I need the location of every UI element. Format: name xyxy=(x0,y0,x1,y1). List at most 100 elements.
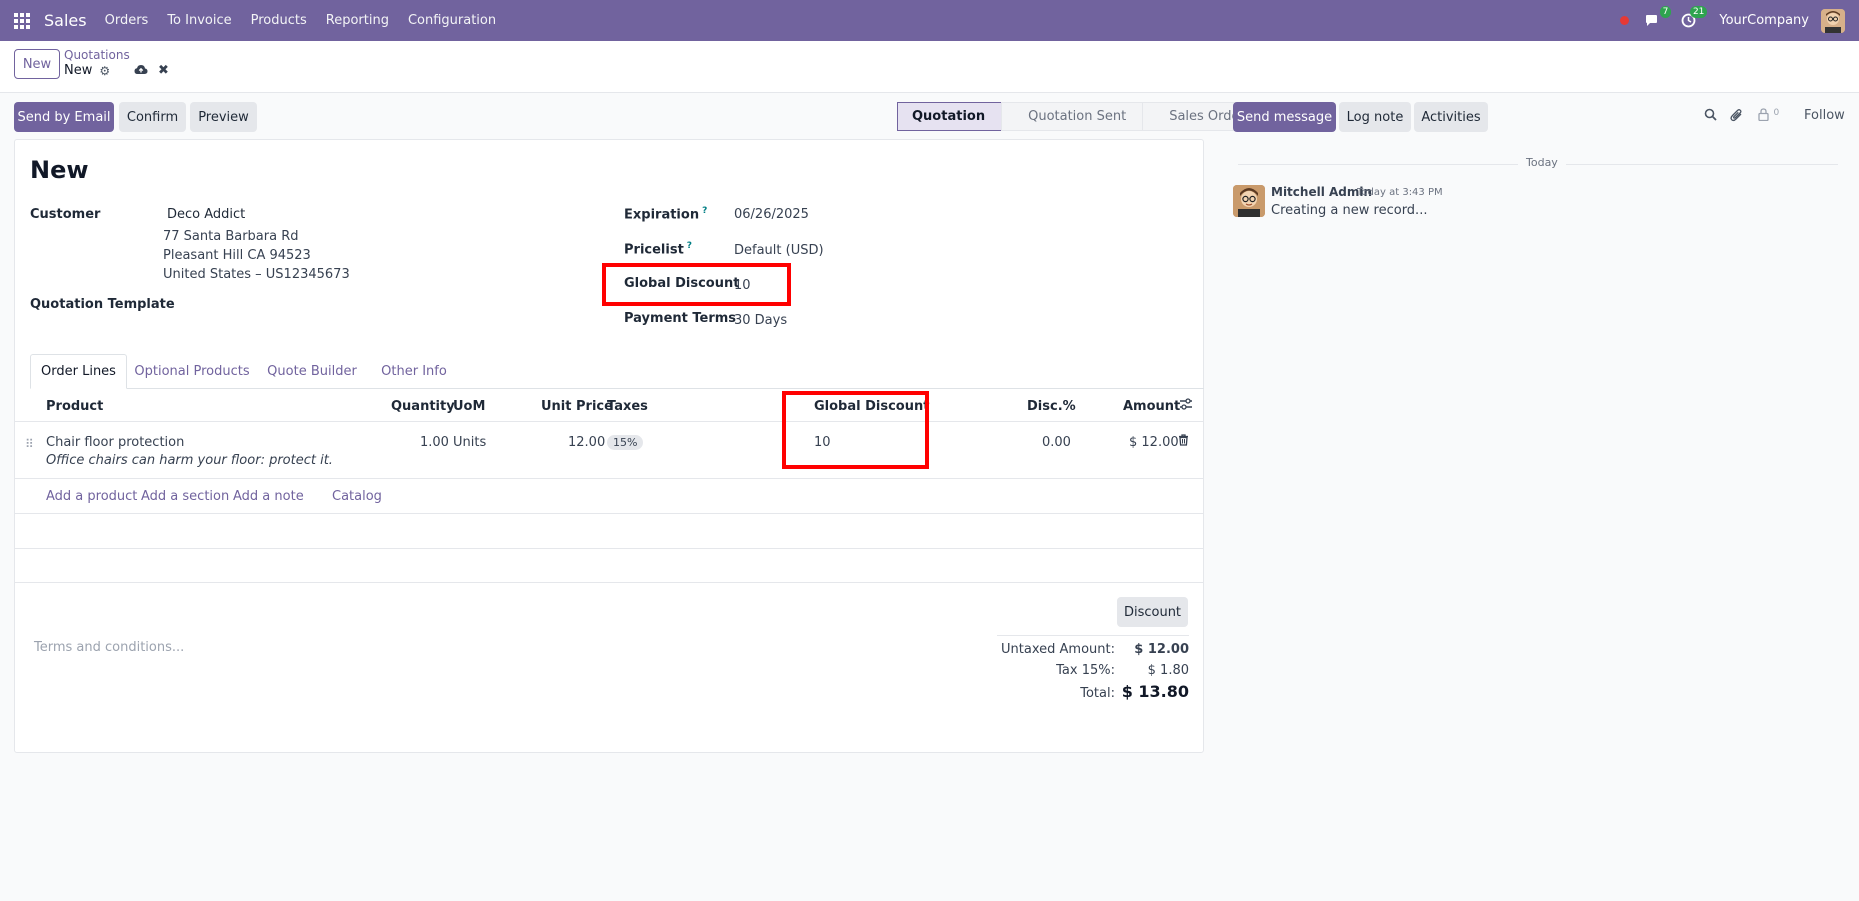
address-line-2: Pleasant Hill CA 94523 xyxy=(163,248,311,263)
row-divider xyxy=(15,478,1203,479)
preview-button[interactable]: Preview xyxy=(190,102,257,132)
row-disc[interactable]: 0.00 xyxy=(1042,435,1071,450)
expiration-help-icon[interactable]: ? xyxy=(702,206,707,216)
row-unit-price[interactable]: 12.00 xyxy=(568,435,605,450)
breadcrumb-current: New ⚙ xyxy=(64,63,110,78)
search-icon[interactable] xyxy=(1704,108,1717,125)
stage-quotation[interactable]: Quotation xyxy=(897,102,1003,131)
add-section-link[interactable]: Add a section xyxy=(141,489,229,504)
add-note-link[interactable]: Add a note xyxy=(233,489,304,504)
cloud-upload-icon[interactable] xyxy=(134,64,148,78)
expiration-label-text: Expiration xyxy=(624,207,700,223)
col-product[interactable]: Product xyxy=(46,399,103,414)
follow-button[interactable]: Follow xyxy=(1804,108,1845,123)
empty-row-divider-2 xyxy=(15,548,1203,549)
tax-value: $ 1.80 xyxy=(1147,663,1189,678)
customer-label: Customer xyxy=(30,207,101,222)
confirm-button[interactable]: Confirm xyxy=(119,102,186,132)
address-line-3: United States – US12345673 xyxy=(163,267,350,282)
expiration-label: Expiration? xyxy=(624,206,707,222)
control-panel: New Quotations New ⚙ ✖ xyxy=(0,41,1859,93)
breadcrumb-current-label: New xyxy=(64,63,93,78)
followers-count: 0 xyxy=(1773,108,1780,118)
discard-x-icon[interactable]: ✖ xyxy=(158,63,169,78)
paperclip-icon[interactable] xyxy=(1730,108,1743,126)
payment-terms-label: Payment Terms xyxy=(624,311,737,326)
pricelist-label-text: Pricelist xyxy=(624,242,684,258)
app-name[interactable]: Sales xyxy=(44,11,87,30)
recording-indicator-icon[interactable] xyxy=(1620,16,1630,25)
followers-lock-icon[interactable]: 0 xyxy=(1758,108,1779,125)
apps-menu-icon[interactable] xyxy=(0,0,44,41)
row-amount: $ 12.00 xyxy=(1129,435,1179,450)
col-quantity[interactable]: Quantity xyxy=(391,399,455,414)
breadcrumb-quotations[interactable]: Quotations xyxy=(64,48,130,62)
discount-button[interactable]: Discount xyxy=(1117,597,1188,627)
drag-handle-icon[interactable]: ⠿ xyxy=(25,437,34,451)
pricelist-label: Pricelist? xyxy=(624,241,692,257)
col-uom[interactable]: UoM xyxy=(453,399,485,414)
message-body: Creating a new record... xyxy=(1271,203,1428,218)
menu-configuration[interactable]: Configuration xyxy=(408,13,496,28)
record-title: New xyxy=(30,156,89,184)
totals-divider xyxy=(997,635,1189,636)
expiration-field[interactable]: 06/26/2025 xyxy=(734,207,809,222)
row-description[interactable]: Office chairs can harm your floor: prote… xyxy=(46,453,333,468)
gear-icon[interactable]: ⚙ xyxy=(99,64,110,78)
date-separator: Today xyxy=(1518,156,1566,169)
col-unit-price[interactable]: Unit Price xyxy=(541,399,613,414)
empty-row-divider-3 xyxy=(15,582,1203,583)
tab-optional-products[interactable]: Optional Products xyxy=(127,354,257,389)
global-discount-label: Global Discount xyxy=(624,276,740,291)
col-amount[interactable]: Amount xyxy=(1123,399,1180,414)
column-settings-icon[interactable] xyxy=(1179,398,1193,414)
send-by-email-button[interactable]: Send by Email xyxy=(14,102,114,132)
pricelist-help-icon[interactable]: ? xyxy=(687,241,692,251)
user-avatar[interactable] xyxy=(1821,8,1845,33)
address-line-1: 77 Santa Barbara Rd xyxy=(163,229,299,244)
activities-clock-icon[interactable]: 21 xyxy=(1677,5,1708,32)
send-message-button[interactable]: Send message xyxy=(1233,102,1336,132)
menu-products[interactable]: Products xyxy=(251,13,307,28)
new-record-button[interactable]: New xyxy=(14,49,60,79)
activities-count-badge: 21 xyxy=(1689,5,1708,18)
add-product-link[interactable]: Add a product xyxy=(46,489,137,504)
col-taxes[interactable]: Taxes xyxy=(607,399,648,414)
customer-field[interactable]: Deco Addict xyxy=(167,207,245,222)
row-uom[interactable]: Units xyxy=(453,435,486,450)
menu-to-invoice[interactable]: To Invoice xyxy=(167,13,231,28)
pricelist-field[interactable]: Default (USD) xyxy=(734,243,824,258)
log-note-button[interactable]: Log note xyxy=(1339,102,1411,132)
col-disc[interactable]: Disc.% xyxy=(1027,399,1076,414)
row-quantity[interactable]: 1.00 xyxy=(420,435,449,450)
menu-reporting[interactable]: Reporting xyxy=(326,13,389,28)
messages-count-badge: 7 xyxy=(1659,5,1672,18)
top-navbar: Sales Orders To Invoice Products Reporti… xyxy=(0,0,1859,41)
tab-other-info[interactable]: Other Info xyxy=(367,354,461,389)
quotation-template-label: Quotation Template xyxy=(30,297,175,312)
terms-conditions-input[interactable]: Terms and conditions... xyxy=(34,640,184,655)
menu-orders[interactable]: Orders xyxy=(105,13,149,28)
total-value: $ 13.80 xyxy=(1121,682,1189,701)
status-bar: Quotation Quotation Sent Sales Order xyxy=(897,102,1262,131)
global-discount-field[interactable]: 10 xyxy=(734,278,751,293)
notebook-tabs: Order Lines Optional Products Quote Buil… xyxy=(30,354,1204,389)
untaxed-amount-value: $ 12.00 xyxy=(1134,642,1189,657)
catalog-link[interactable]: Catalog xyxy=(332,489,382,504)
row-product[interactable]: Chair floor protection xyxy=(46,435,184,450)
company-switcher[interactable]: YourCompany xyxy=(1719,13,1809,28)
author-avatar[interactable] xyxy=(1233,185,1265,217)
global-discount-column-highlight xyxy=(782,391,929,469)
payment-terms-field[interactable]: 30 Days xyxy=(734,313,787,328)
header-divider xyxy=(15,421,1203,422)
empty-row-divider-1 xyxy=(15,513,1203,514)
activities-button[interactable]: Activities xyxy=(1414,102,1488,132)
form-sheet: New Customer Deco Addict 77 Santa Barbar… xyxy=(14,139,1204,753)
trash-icon[interactable] xyxy=(1178,434,1189,450)
stage-quotation-sent[interactable]: Quotation Sent xyxy=(1001,102,1144,131)
tab-quote-builder[interactable]: Quote Builder xyxy=(257,354,367,389)
messages-icon[interactable]: 7 xyxy=(1641,5,1672,32)
message-time: Today at 3:43 PM xyxy=(1357,187,1443,198)
tax-badge[interactable]: 15% xyxy=(607,435,644,450)
tab-order-lines[interactable]: Order Lines xyxy=(30,354,127,389)
